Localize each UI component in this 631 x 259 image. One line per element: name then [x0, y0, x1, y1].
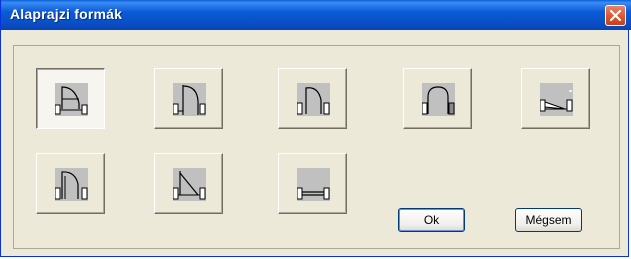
shape-button-2[interactable] — [154, 68, 223, 129]
shapes-panel: Ok Mégsem — [13, 45, 620, 249]
dialog-window: Alaprajzi formák Ok Mégsem — [0, 0, 631, 257]
ok-button[interactable]: Ok — [398, 208, 465, 232]
door-arc-tall-icon — [173, 83, 206, 116]
shape-button-7[interactable] — [154, 153, 223, 214]
shape-button-3[interactable] — [278, 68, 347, 129]
shape-button-8[interactable] — [278, 153, 347, 214]
opening-plain-icon — [297, 168, 330, 201]
dialog-body: Ok Mégsem — [5, 30, 627, 254]
close-button[interactable] — [605, 5, 626, 26]
cancel-button[interactable]: Mégsem — [515, 208, 582, 232]
door-diagonal-icon — [173, 168, 206, 201]
shape-button-5[interactable] — [521, 68, 590, 129]
shape-button-1[interactable] — [36, 68, 105, 129]
door-arc-round-icon — [422, 83, 455, 116]
door-arc-offset-icon — [297, 83, 330, 116]
window-title: Alaprajzi formák — [10, 6, 123, 22]
title-bar[interactable]: Alaprajzi formák — [1, 0, 631, 30]
shape-button-6[interactable] — [36, 153, 105, 214]
door-arc-quarter-icon — [55, 83, 88, 116]
door-arc-double-jamb-icon — [55, 168, 88, 201]
close-icon — [610, 10, 621, 21]
door-sliding-icon — [540, 83, 573, 116]
shape-button-4[interactable] — [403, 68, 472, 129]
